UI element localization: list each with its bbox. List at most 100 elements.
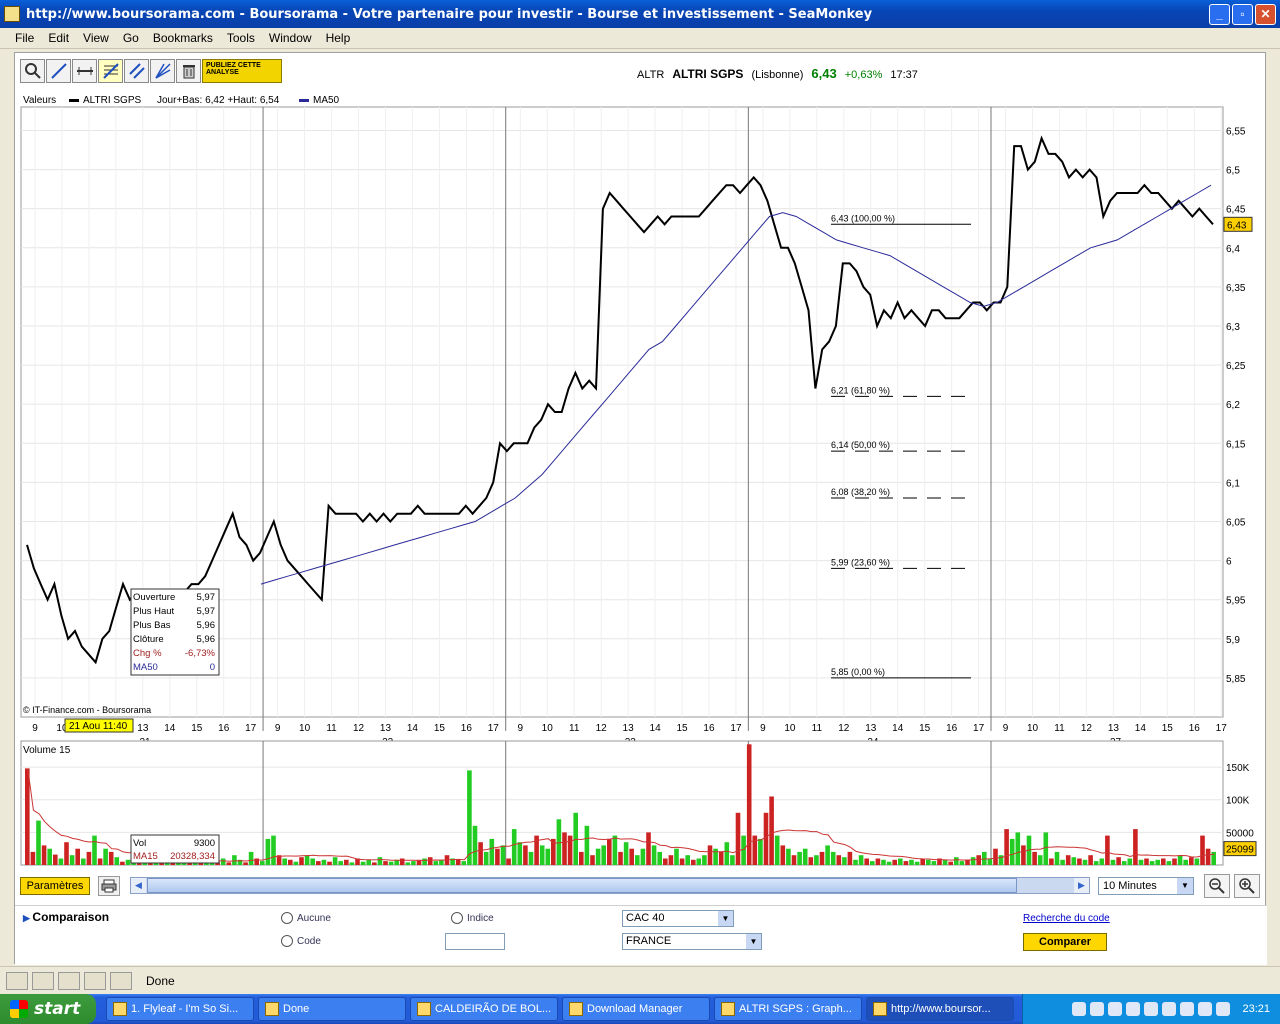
help-icon[interactable] [1072,1002,1087,1016]
comparison-label[interactable]: ▶ Comparaison [23,910,109,924]
task-download-manager[interactable]: Download Manager [562,997,710,1021]
minimize-button[interactable]: _ [1209,4,1230,25]
tray-icon[interactable] [1180,1002,1195,1016]
chart-toolbar: PUBLIEZ CETTE ANALYSE [20,59,282,83]
parameters-button[interactable]: Paramètres [20,877,90,895]
volume-bar [993,848,998,865]
x-tick-label: 14 [650,723,662,734]
menu-bookmarks[interactable]: Bookmarks [148,31,218,45]
scroll-left-arrow[interactable]: ◀ [131,878,146,893]
country-select[interactable]: FRANCE ▼ [622,933,762,950]
tray-icon[interactable] [1162,1002,1177,1016]
menu-go[interactable]: Go [118,31,144,45]
status-text: Done [146,973,175,988]
scroll-right-arrow[interactable]: ▶ [1074,878,1089,893]
volume-bar [316,861,321,865]
zoom-tool-button[interactable] [20,59,45,83]
volume-bar [489,838,495,865]
quote-market: (Lisbonne) [751,69,804,81]
volume-bar [25,768,30,865]
tooltip-key: Ouverture [133,592,175,603]
delete-tool-button[interactable] [176,59,201,83]
task-done[interactable]: Done [258,997,406,1021]
print-button[interactable] [98,876,120,896]
trendline-tool-button[interactable] [46,59,71,83]
zoom-in-button[interactable] [1234,874,1260,898]
radio-circle[interactable] [281,935,293,947]
window-titlebar[interactable]: http://www.boursorama.com - Boursorama -… [0,0,1280,28]
interval-value: 10 Minutes [1103,880,1157,892]
composer-icon[interactable] [32,971,54,990]
menu-view[interactable]: View [78,31,114,45]
channel-tool-button[interactable] [124,59,149,83]
y-tick-label: 6,45 [1226,205,1246,216]
addressbook-icon[interactable] [58,971,80,990]
interval-select[interactable]: 10 Minutes ▼ [1098,877,1194,895]
chevron-down-icon: ▼ [1177,878,1193,894]
radio-none[interactable]: Aucune [281,912,331,924]
volume-bar [349,862,355,865]
volume-bar [383,861,388,865]
task-caldeirao[interactable]: CALDEIRÃO DE BOL... [410,997,558,1021]
legend-label: Valeurs [23,95,56,106]
fan-tool-button[interactable] [150,59,175,83]
menu-edit[interactable]: Edit [43,31,74,45]
radio-circle[interactable] [451,912,463,924]
y-tick-label: 5,85 [1226,674,1246,685]
chart-scrollbar[interactable]: ◀ ▶ [130,877,1090,894]
publish-analysis-button[interactable]: PUBLIEZ CETTE ANALYSE [202,59,282,83]
volume-bar [254,858,259,865]
chart-area[interactable]: 6,55 6,5 6,45 6,4 6,35 6,3 6,25 6,2 6,15 6,1 6,05 6… [17,95,1265,885]
tray-icon[interactable] [1108,1002,1123,1016]
volume-bar [1088,855,1093,865]
irc-icon[interactable] [84,971,106,990]
zoom-out-button[interactable] [1204,874,1230,898]
network-icon[interactable] [1216,1002,1231,1016]
code-input[interactable] [445,933,505,950]
compare-button[interactable]: Comparer [1023,933,1107,951]
mail-icon[interactable] [6,971,28,990]
tray-icon[interactable] [1090,1002,1105,1016]
volume-bar [668,855,674,865]
price-chart[interactable]: 6,55 6,5 6,45 6,4 6,35 6,3 6,25 6,2 6,15 6,1 6,05 6… [17,95,1265,885]
fibonacci-level-label: 5,99 (23,60 %) [831,557,890,567]
maximize-button[interactable]: ▫ [1232,4,1253,25]
radio-circle[interactable] [281,912,293,924]
tray-icon[interactable] [1144,1002,1159,1016]
scrollbar-thumb[interactable] [147,878,1017,893]
windows-logo-icon [10,1000,28,1018]
x-tick-label: 13 [623,723,635,734]
menu-file[interactable]: File [10,31,39,45]
volume-bar [1099,858,1105,865]
radio-index[interactable]: Indice [451,912,494,924]
quote-header: ALTR ALTRI SGPS (Lisbonne) 6,43 +0,63% 1… [637,66,918,81]
zoom-in-icon [1239,878,1255,894]
volume-bar [332,857,338,865]
volume-bar [388,861,394,865]
app-icon [569,1002,583,1016]
volume-bar [293,861,299,865]
menu-tools[interactable]: Tools [222,31,260,45]
x-tick-label: 11 [812,723,823,734]
index-select[interactable]: CAC 40 ▼ [622,910,734,927]
menu-window[interactable]: Window [264,31,317,45]
x-tick-label: 16 [218,723,230,734]
start-button[interactable]: start [0,994,96,1024]
volume-bar [41,845,47,865]
fibonacci-tool-button[interactable] [98,59,123,83]
volume-bar [763,812,769,865]
app-icon [417,1002,431,1016]
task-boursorama[interactable]: http://www.boursor... [866,997,1014,1021]
tray-icon[interactable] [1126,1002,1141,1016]
horizontal-line-tool-button[interactable] [72,59,97,83]
tray-icon[interactable] [1198,1002,1213,1016]
volume-bar [858,855,864,865]
task-flyleaf[interactable]: 1. Flyleaf - I'm So Si... [106,997,254,1021]
volume-bar [282,858,287,865]
y-tick-label: 6,3 [1226,322,1240,333]
search-code-link[interactable]: Recherche du code [1023,913,1110,924]
menu-help[interactable]: Help [321,31,356,45]
task-altri-graph[interactable]: ALTRI SGPS : Graph... [714,997,862,1021]
close-button[interactable]: ✕ [1255,4,1276,25]
radio-code[interactable]: Code [281,935,321,947]
